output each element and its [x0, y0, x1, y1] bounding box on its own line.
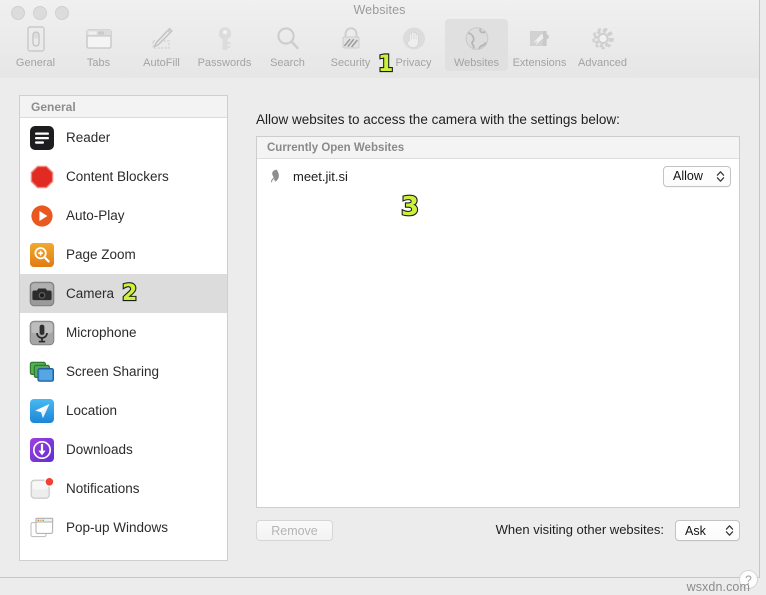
other-websites-select-wrap: Ask	[675, 520, 740, 541]
toolbar-item-websites[interactable]: Websites	[445, 19, 508, 71]
reader-icon	[29, 125, 55, 151]
sidebar-item-notifications-label: Notifications	[66, 481, 140, 496]
sidebar-item-popup-windows[interactable]: Pop-up Windows	[20, 508, 227, 547]
toolbar-item-security-label: Security	[330, 57, 371, 69]
sidebar-item-reader-label: Reader	[66, 130, 111, 145]
annotation-marker-3: 3	[400, 192, 420, 222]
sidebar-item-content-blockers[interactable]: Content Blockers	[20, 157, 227, 196]
toolbar-item-general[interactable]: General	[4, 19, 67, 71]
toolbar-item-passwords[interactable]: Passwords	[193, 19, 256, 71]
list-header: Currently Open Websites	[257, 137, 739, 159]
sidebar-list: Reader Content Blockers Auto-Play Page Z…	[20, 118, 227, 547]
pane-footer: Remove When visiting other websites: Ask	[256, 520, 740, 544]
permission-value: Allow	[673, 169, 703, 183]
annotation-marker-2: 2	[121, 280, 139, 306]
toolbar-item-search[interactable]: Search	[256, 19, 319, 71]
sidebar-item-auto-play[interactable]: Auto-Play	[20, 196, 227, 235]
other-websites-select[interactable]: Ask	[675, 520, 740, 541]
toolbar-item-advanced[interactable]: Advanced	[571, 19, 634, 71]
sidebar-item-screen-sharing[interactable]: Screen Sharing	[20, 352, 227, 391]
toolbar-item-passwords-label: Passwords	[197, 57, 252, 69]
other-websites-value: Ask	[685, 523, 706, 538]
screenshot-root: Websites General Tabs AutoFill Passwords…	[0, 0, 766, 595]
content-blockers-icon	[29, 164, 55, 190]
watermark: wsxdn.com	[686, 580, 750, 594]
sidebar-item-reader[interactable]: Reader	[20, 118, 227, 157]
sidebar-item-location[interactable]: Location	[20, 391, 227, 430]
sidebar-item-location-label: Location	[66, 403, 118, 418]
sidebar-item-auto-play-label: Auto-Play	[66, 208, 125, 223]
screen-sharing-icon	[29, 359, 55, 385]
auto-play-icon	[29, 203, 55, 229]
other-websites-label: When visiting other websites:	[495, 522, 664, 537]
sidebar-item-microphone[interactable]: Microphone	[20, 313, 227, 352]
camera-settings-pane: Allow websites to access the camera with…	[256, 78, 759, 577]
sidebar-item-downloads[interactable]: Downloads	[20, 430, 227, 469]
permission-select-meet-jit-si[interactable]: Allow	[663, 165, 731, 187]
general-icon	[21, 22, 51, 56]
search-icon	[273, 22, 303, 56]
camera-icon	[29, 281, 55, 307]
toolbar-item-privacy-label: Privacy	[395, 57, 432, 69]
extensions-icon	[525, 22, 555, 56]
toolbar-item-security[interactable]: Security	[319, 19, 382, 71]
toolbar-item-autofill[interactable]: AutoFill	[130, 19, 193, 71]
popup-windows-icon	[29, 515, 55, 541]
sidebar-item-popup-windows-label: Pop-up Windows	[66, 520, 169, 535]
sidebar-item-downloads-label: Downloads	[66, 442, 133, 457]
sidebar-item-camera-label: Camera	[66, 286, 115, 301]
chevron-updown-icon	[715, 170, 726, 183]
toolbar-item-search-label: Search	[270, 57, 305, 69]
security-icon	[336, 22, 366, 56]
sidebar-item-screen-sharing-label: Screen Sharing	[66, 364, 160, 379]
websites-list-box: Currently Open Websites meet.jit.si Allo…	[256, 136, 740, 508]
microphone-icon	[29, 320, 55, 346]
site-name: meet.jit.si	[293, 168, 348, 184]
preferences-content: General Reader Content Blockers Auto-Pla…	[0, 78, 759, 577]
tabs-icon	[84, 22, 114, 56]
remove-button[interactable]: Remove	[256, 520, 333, 541]
passwords-icon	[210, 22, 240, 56]
sidebar-item-microphone-label: Microphone	[66, 325, 137, 340]
sidebar-item-page-zoom[interactable]: Page Zoom	[20, 235, 227, 274]
chevron-updown-icon	[724, 524, 735, 537]
toolbar-item-extensions-label: Extensions	[512, 57, 567, 69]
downloads-icon	[29, 437, 55, 463]
sidebar-header: General	[20, 96, 227, 118]
preferences-toolbar: General Tabs AutoFill Passwords Search S…	[4, 19, 634, 71]
toolbar-item-tabs[interactable]: Tabs	[67, 19, 130, 71]
toolbar-item-autofill-label: AutoFill	[143, 57, 180, 69]
sidebar-item-content-blockers-label: Content Blockers	[66, 169, 169, 184]
sidebar-item-camera[interactable]: Camera 2	[20, 274, 227, 313]
window-title: Websites	[353, 3, 406, 17]
jitsi-favicon	[268, 168, 284, 184]
titlebar: Websites General Tabs AutoFill Passwords…	[0, 0, 759, 79]
table-row[interactable]: meet.jit.si Allow	[257, 159, 739, 193]
websites-icon	[462, 22, 492, 56]
page-zoom-icon	[29, 242, 55, 268]
autofill-icon	[147, 22, 177, 56]
sidebar-item-notifications[interactable]: Notifications	[20, 469, 227, 508]
safari-preferences-window: Websites General Tabs AutoFill Passwords…	[0, 0, 760, 578]
annotation-marker-1: 1	[377, 52, 395, 77]
toolbar-item-tabs-label: Tabs	[86, 57, 111, 69]
toolbar-item-advanced-label: Advanced	[578, 57, 627, 69]
location-icon	[29, 398, 55, 424]
privacy-icon	[399, 22, 429, 56]
pane-description: Allow websites to access the camera with…	[256, 112, 620, 127]
toolbar-item-websites-label: Websites	[453, 57, 500, 69]
toolbar-item-general-label: General	[15, 57, 56, 69]
toolbar-item-extensions[interactable]: Extensions	[508, 19, 571, 71]
websites-sidebar: General Reader Content Blockers Auto-Pla…	[19, 95, 228, 561]
notifications-icon	[29, 476, 55, 502]
advanced-icon	[588, 22, 618, 56]
sidebar-item-page-zoom-label: Page Zoom	[66, 247, 136, 262]
